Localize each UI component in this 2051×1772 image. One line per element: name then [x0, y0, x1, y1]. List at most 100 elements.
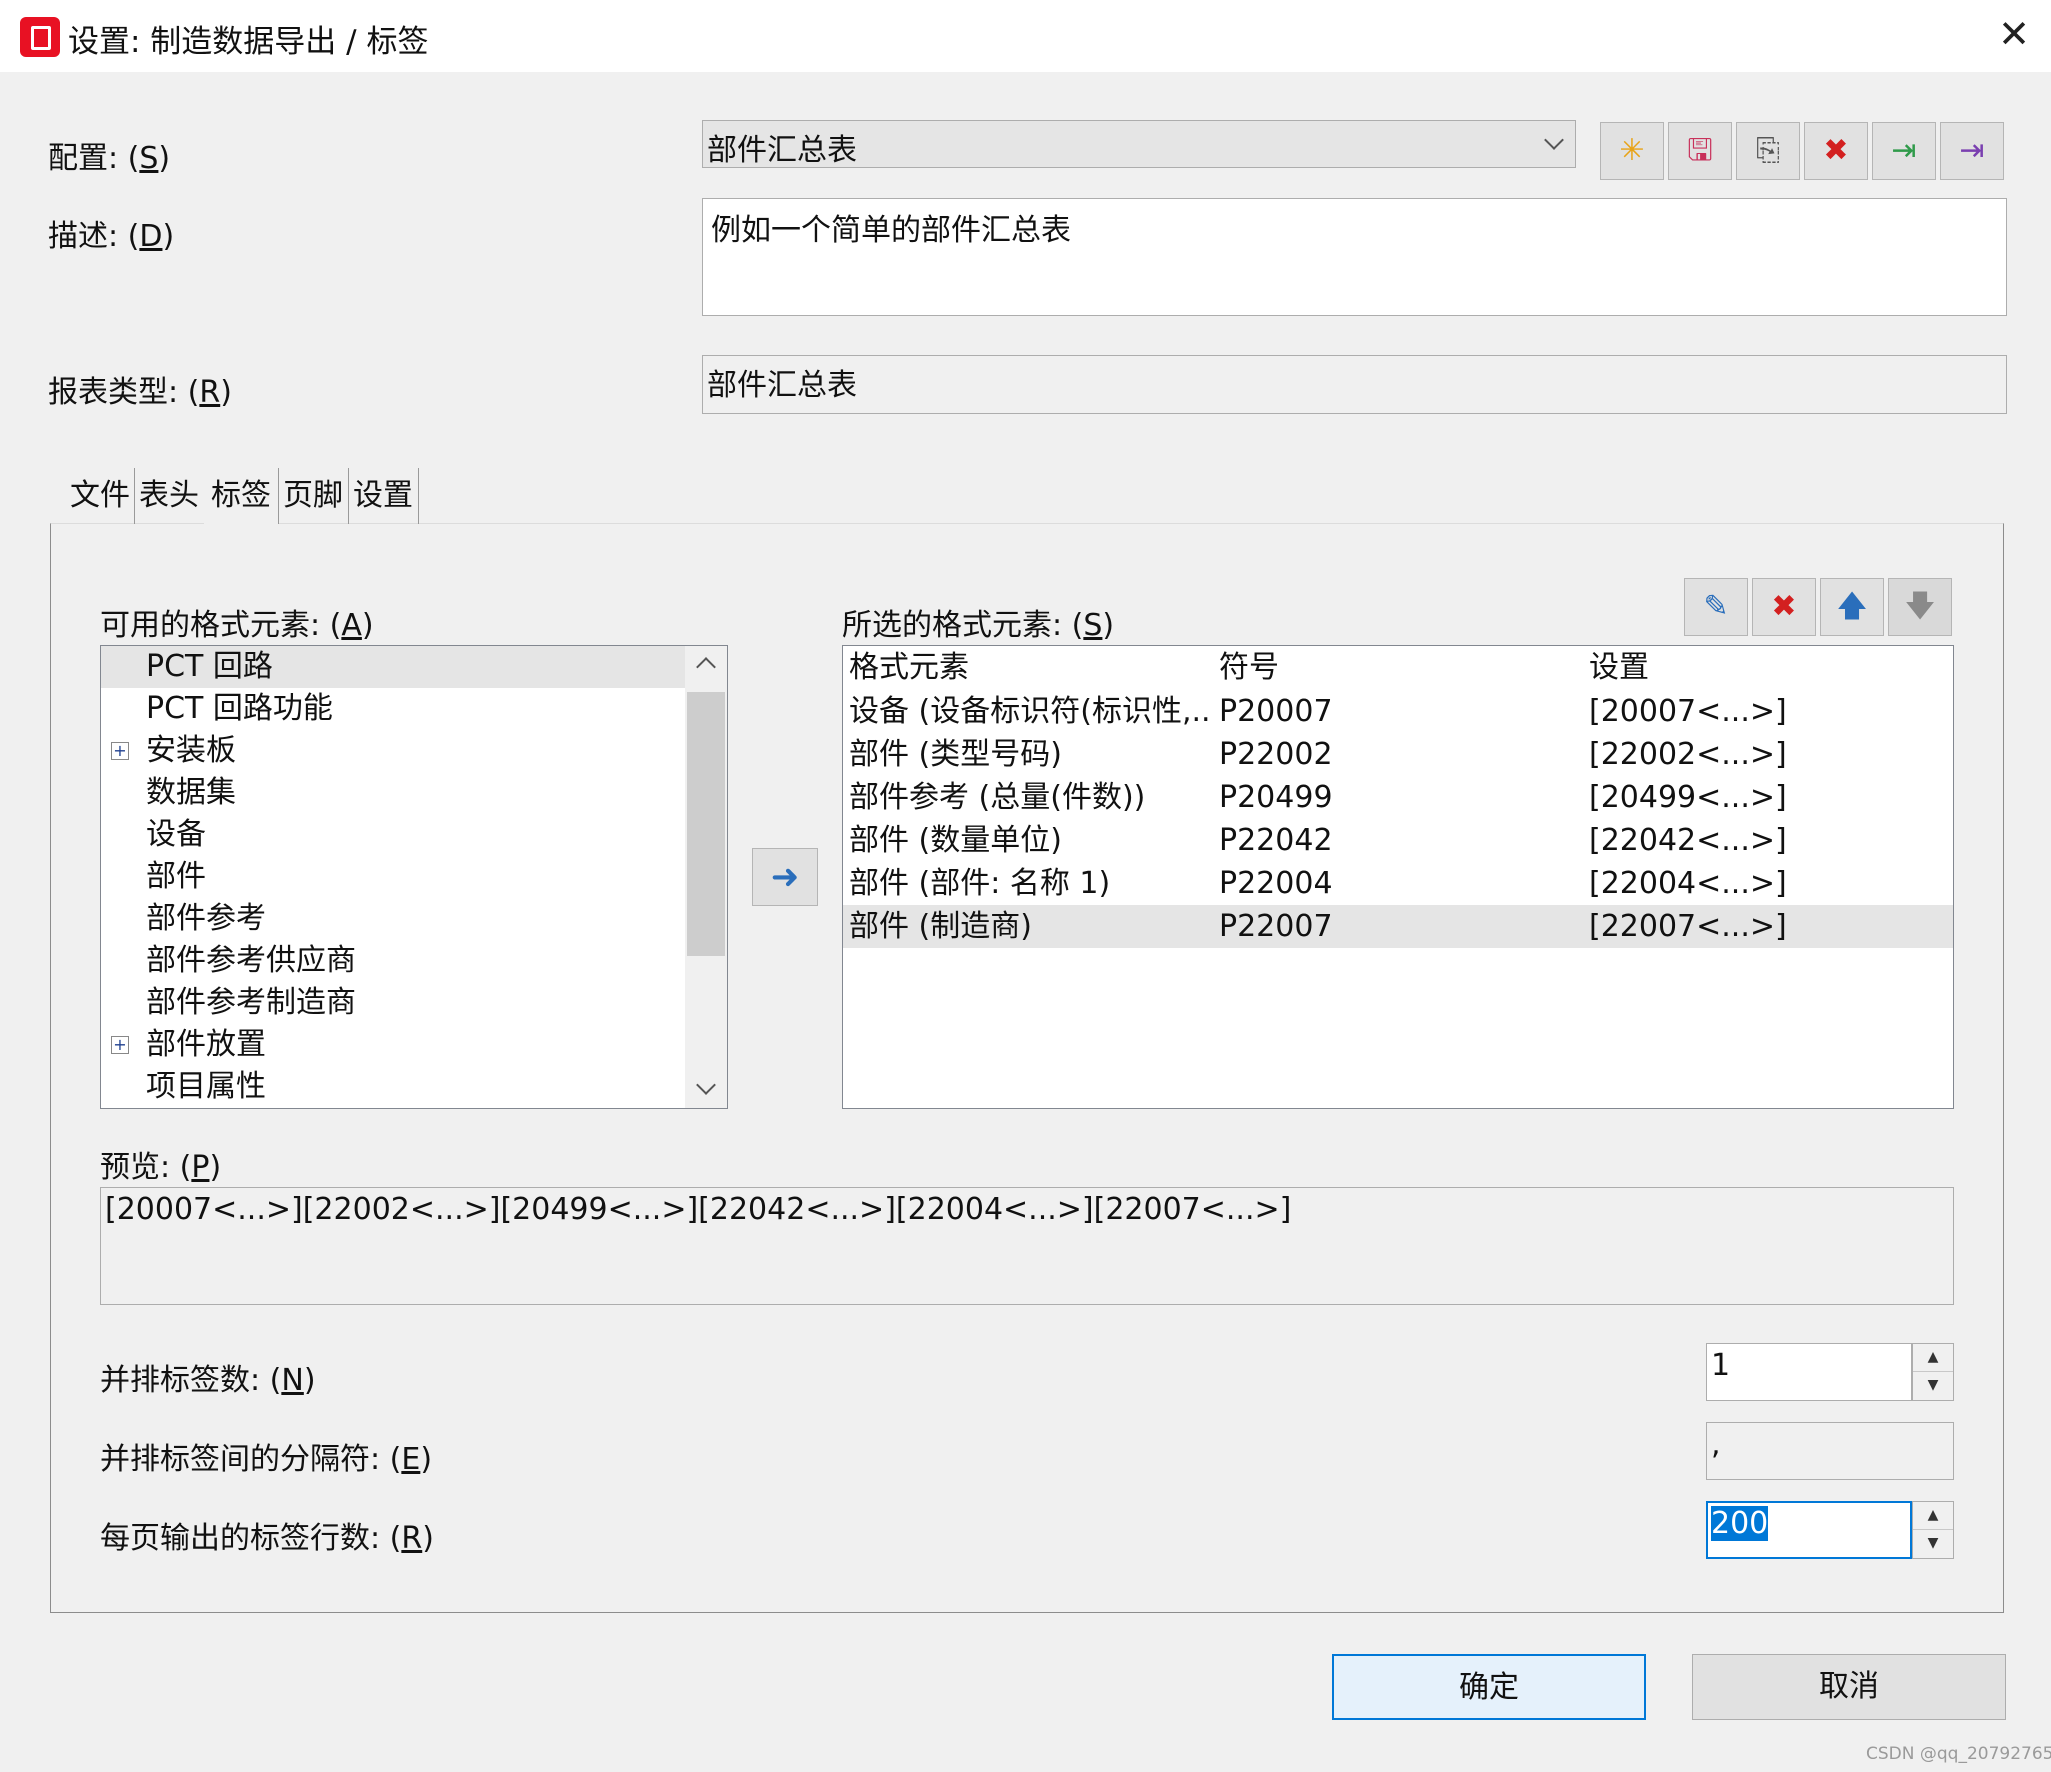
tree-item[interactable]: + 安装板 [101, 730, 685, 772]
export-icon: ⇥ [1959, 133, 1985, 168]
description-value: 例如一个简单的部件汇总表 [711, 213, 1071, 248]
table-cell-symbol: P22004 [1219, 866, 1333, 901]
tree-item[interactable]: 设备 [101, 814, 685, 856]
spin-up-icon[interactable]: ▲ [1913, 1502, 1953, 1530]
side-by-side-input[interactable]: 1 [1706, 1343, 1912, 1401]
tree-item-label: 部件参考 [146, 901, 266, 936]
description-label: 描述: (D) [48, 219, 175, 254]
move-down-button[interactable]: 🡇 [1888, 578, 1952, 636]
tab-4[interactable]: 设置 [348, 468, 419, 524]
table-cell-setting: [22042<...>] [1589, 823, 1787, 858]
copy-icon: ⎘ [1756, 133, 1780, 168]
save-button[interactable]: 🖫 [1668, 122, 1732, 180]
app-icon [20, 17, 60, 57]
tree-item[interactable]: 部件 [101, 856, 685, 898]
table-cell-symbol: P22042 [1219, 823, 1333, 858]
spin-down-icon[interactable]: ▼ [1913, 1530, 1953, 1558]
available-elements-tree[interactable]: PCT 回路 PCT 回路功能 + 安装板 数据集设备部件 部件参考部件参考供应商 部件参考… [100, 645, 728, 1109]
move-down-icon: 🡇 [1904, 589, 1936, 624]
move-up-button[interactable]: 🡅 [1820, 578, 1884, 636]
tree-item[interactable]: 部件参考 [101, 898, 685, 940]
spin-up-icon[interactable]: ▲ [1913, 1344, 1953, 1372]
tree-item-label: 数据集 [146, 775, 236, 810]
table-row[interactable]: 部件参考 (总量(件数)) P20499 [20499<...>] [843, 776, 1953, 819]
separator-value: , [1711, 1427, 1721, 1462]
column-header[interactable]: 符号 [1219, 646, 1579, 690]
tab-1[interactable]: 表头 [134, 468, 205, 524]
tree-item[interactable]: 部件参考制造商 [101, 982, 685, 1024]
selected-elements-label: 所选的格式元素: (S) [842, 608, 1115, 643]
table-cell-symbol: P20499 [1219, 780, 1333, 815]
edit-button[interactable]: ✎ [1684, 578, 1748, 636]
table-cell-setting: [22004<...>] [1589, 866, 1787, 901]
table-cell-element: 部件 (数量单位) [849, 823, 1062, 858]
table-row[interactable]: 部件 (数量单位) P22042 [22042<...>] [843, 819, 1953, 862]
table-cell-element: 部件 (部件: 名称 1) [849, 866, 1111, 901]
copy-button[interactable]: ⎘ [1736, 122, 1800, 180]
tree-item[interactable]: PCT 回路功能 [101, 688, 685, 730]
scroll-down-icon[interactable] [696, 1075, 716, 1095]
expand-plus-icon[interactable]: + [111, 742, 129, 760]
rows-per-page-spinner[interactable]: ▲ ▼ [1912, 1501, 1954, 1559]
tree-item[interactable]: + 部件放置 [101, 1024, 685, 1066]
rows-per-page-value: 200 [1711, 1506, 1769, 1541]
tree-item-label: PCT 回路 [146, 649, 273, 684]
add-element-button[interactable]: ➜ [752, 848, 818, 906]
table-cell-symbol: P20007 [1219, 694, 1333, 729]
table-row[interactable]: 部件 (类型号码) P22002 [22002<...>] [843, 733, 1953, 776]
tree-item-label: 设备 [146, 817, 206, 852]
tree-scrollbar[interactable] [685, 646, 727, 1108]
config-dropdown[interactable]: 部件汇总表 [702, 120, 1576, 168]
report-type-field: 部件汇总表 [702, 355, 2007, 414]
config-value: 部件汇总表 [707, 133, 857, 168]
side-by-side-spinner[interactable]: ▲ ▼ [1912, 1343, 1954, 1401]
spin-down-icon[interactable]: ▼ [1913, 1372, 1953, 1400]
tab-3[interactable]: 页脚 [278, 468, 349, 524]
expand-plus-icon[interactable]: + [111, 1036, 129, 1054]
import-button[interactable]: ⇥ [1872, 122, 1936, 180]
window-title: 设置: 制造数据导出 / 标签 [68, 24, 429, 60]
column-header[interactable]: 设置 [1589, 646, 1939, 690]
config-label: 配置: (S) [48, 141, 171, 176]
scroll-up-icon[interactable] [696, 657, 716, 677]
remove-button[interactable]: ✖ [1752, 578, 1816, 636]
rows-per-page-label: 每页输出的标签行数: (R) [100, 1521, 434, 1556]
close-icon[interactable]: ✕ [1994, 14, 2034, 54]
tree-item[interactable]: PCT 回路 [101, 646, 685, 688]
tree-item-label: 部件参考制造商 [146, 985, 356, 1020]
column-header[interactable]: 格式元素 [849, 646, 1209, 690]
table-row[interactable]: 部件 (部件: 名称 1) P22004 [22004<...>] [843, 862, 1953, 905]
scroll-thumb[interactable] [687, 692, 725, 956]
tab-2[interactable]: 标签 [204, 468, 279, 524]
selected-elements-list[interactable]: 格式元素 符号 设置 设备 (设备标识符(标识性,... P20007 [20007<.… [842, 645, 1954, 1109]
table-cell-setting: [22007<...>] [1589, 909, 1787, 944]
preview-field: [20007<...>][22002<...>][20499<...>][220… [100, 1187, 1954, 1305]
title-bar: 设置: 制造数据导出 / 标签 ✕ [0, 0, 2051, 72]
save-icon: 🖫 [1687, 133, 1713, 168]
export-button[interactable]: ⇥ [1940, 122, 2004, 180]
watermark: CSDN @qq_20792765 [1866, 1744, 2051, 1764]
tree-item[interactable]: 项目属性 [101, 1066, 685, 1108]
tree-item-label: PCT 回路功能 [146, 691, 333, 726]
new-button[interactable]: ✳ [1600, 122, 1664, 180]
rows-per-page-input[interactable]: 200 [1706, 1501, 1912, 1559]
table-row[interactable]: 部件 (制造商) P22007 [22007<...>] [843, 905, 1953, 948]
import-icon: ⇥ [1891, 133, 1917, 168]
report-type-label: 报表类型: (R) [48, 375, 232, 410]
tree-item[interactable]: 数据集 [101, 772, 685, 814]
arrow-right-icon: ➜ [770, 857, 800, 897]
separator-label: 并排标签间的分隔符: (E) [100, 1442, 433, 1477]
ok-button[interactable]: 确定 [1332, 1654, 1646, 1720]
table-row[interactable]: 设备 (设备标识符(标识性,... P20007 [20007<...>] [843, 690, 1953, 733]
remove-icon: ✖ [1771, 589, 1797, 624]
side-by-side-label: 并排标签数: (N) [100, 1363, 316, 1398]
description-textarea[interactable]: 例如一个简单的部件汇总表 [702, 198, 2007, 316]
table-cell-symbol: P22002 [1219, 737, 1333, 772]
cancel-button[interactable]: 取消 [1692, 1654, 2006, 1720]
tab-0[interactable]: 文件 [66, 468, 135, 524]
table-cell-element: 部件 (制造商) [849, 909, 1032, 944]
tree-item[interactable]: 部件参考供应商 [101, 940, 685, 982]
delete-button[interactable]: ✖ [1804, 122, 1868, 180]
side-by-side-value: 1 [1711, 1348, 1731, 1383]
table-cell-element: 部件 (类型号码) [849, 737, 1062, 772]
